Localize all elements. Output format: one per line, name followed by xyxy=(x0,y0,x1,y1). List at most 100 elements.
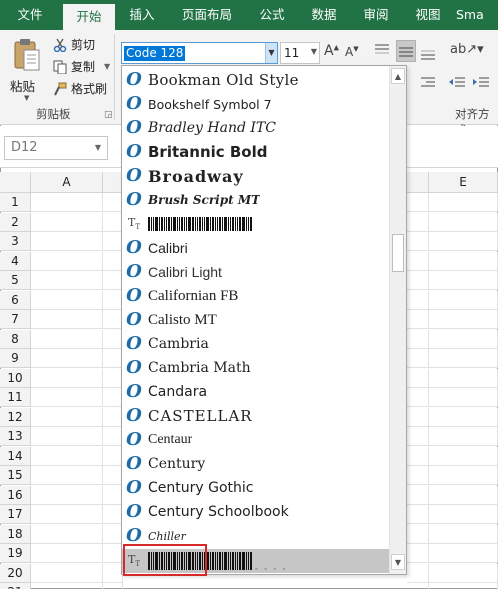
row-header[interactable]: 14 xyxy=(0,446,31,466)
tab-data[interactable]: 数据 xyxy=(302,0,346,30)
text-orientation-icon[interactable]: ab↗▾ xyxy=(450,42,484,57)
row-header[interactable]: 21 xyxy=(0,583,31,589)
tab-page-layout[interactable]: 页面布局 xyxy=(172,0,242,30)
grid-cell[interactable] xyxy=(103,583,123,589)
row-header[interactable]: 3 xyxy=(0,232,31,251)
font-list-item[interactable]: O Britannic Bold xyxy=(122,140,390,164)
grid-cell[interactable] xyxy=(103,505,123,524)
row-header[interactable]: 2 xyxy=(0,212,31,232)
grid-cell[interactable] xyxy=(429,232,498,251)
chevron-down-icon[interactable]: ▼ xyxy=(95,143,101,152)
align-top-icon[interactable] xyxy=(374,43,390,57)
scroll-up-icon[interactable]: ▲ xyxy=(391,68,405,84)
font-list-item[interactable]: O Centaur xyxy=(122,428,390,452)
grid-cell[interactable] xyxy=(429,290,498,310)
resize-grip-icon[interactable]: • • • • xyxy=(254,565,288,574)
chevron-down-icon[interactable]: ▼ xyxy=(311,47,317,56)
grid-cell[interactable] xyxy=(407,349,429,368)
grid-cell[interactable] xyxy=(429,271,498,290)
grid-cell[interactable] xyxy=(31,271,103,290)
name-box-value[interactable]: D12 xyxy=(11,140,38,155)
scrollbar-thumb[interactable] xyxy=(392,234,404,272)
align-right-icon[interactable] xyxy=(420,76,436,90)
tab-view[interactable]: 视图 xyxy=(406,0,450,30)
column-header[interactable] xyxy=(407,172,429,193)
row-header[interactable]: 17 xyxy=(0,505,31,524)
grid-cell[interactable] xyxy=(103,388,123,407)
grid-cell[interactable] xyxy=(407,271,429,290)
grid-cell[interactable] xyxy=(31,310,103,329)
font-list-item[interactable]: O Brush Script MT xyxy=(122,188,390,212)
font-size-input[interactable]: 11 xyxy=(284,46,299,60)
grid-cell[interactable] xyxy=(103,563,123,583)
tab-smart[interactable]: Sma xyxy=(456,0,496,30)
grid-cell[interactable] xyxy=(429,329,498,349)
row-header[interactable]: 7 xyxy=(0,310,31,329)
font-list-item[interactable]: O Calisto MT xyxy=(122,308,390,332)
tab-home[interactable]: 开始 xyxy=(63,4,115,30)
grid-cell[interactable] xyxy=(103,524,123,544)
grid-cell[interactable] xyxy=(429,524,498,544)
font-list-item[interactable]: O Cambria Math xyxy=(122,356,390,380)
grid-cell[interactable] xyxy=(31,251,103,271)
cut-button[interactable]: 剪切 xyxy=(52,35,95,55)
grid-cell[interactable] xyxy=(407,251,429,271)
font-list-item[interactable]: O Bookman Old Style xyxy=(122,68,390,92)
grid-cell[interactable] xyxy=(429,505,498,524)
grid-cell[interactable] xyxy=(31,193,103,212)
grid-cell[interactable] xyxy=(407,563,429,583)
font-name-combobox[interactable]: Code 128 ▼ xyxy=(121,42,278,64)
grid-cell[interactable] xyxy=(429,212,498,232)
font-list-item[interactable]: O Bradley Hand ITC xyxy=(122,116,390,140)
align-bottom-icon[interactable] xyxy=(420,47,436,61)
grid-cell[interactable] xyxy=(31,563,103,583)
font-list-item[interactable]: O Calibri xyxy=(122,236,390,260)
grid-cell[interactable] xyxy=(103,290,123,310)
increase-indent-icon[interactable] xyxy=(472,76,490,90)
grid-cell[interactable] xyxy=(31,290,103,310)
grid-cell[interactable] xyxy=(103,193,123,212)
grid-cell[interactable] xyxy=(31,407,103,427)
grid-cell[interactable] xyxy=(407,544,429,563)
grid-cell[interactable] xyxy=(103,349,123,368)
grid-cell[interactable] xyxy=(31,524,103,544)
grid-cell[interactable] xyxy=(31,544,103,563)
grid-cell[interactable] xyxy=(31,212,103,232)
grid-cell[interactable] xyxy=(429,193,498,212)
grid-cell[interactable] xyxy=(31,232,103,251)
grid-cell[interactable] xyxy=(31,583,103,589)
grid-cell[interactable] xyxy=(103,251,123,271)
grid-cell[interactable] xyxy=(103,329,123,349)
grid-cell[interactable] xyxy=(31,329,103,349)
grid-cell[interactable] xyxy=(103,232,123,251)
grid-cell[interactable] xyxy=(103,466,123,485)
row-header[interactable]: 4 xyxy=(0,251,31,271)
grid-cell[interactable] xyxy=(407,446,429,466)
grid-cell[interactable] xyxy=(31,505,103,524)
grid-cell[interactable] xyxy=(429,563,498,583)
font-list-item[interactable]: O Cambria xyxy=(122,332,390,356)
grid-cell[interactable] xyxy=(407,583,429,589)
grid-cell[interactable] xyxy=(103,485,123,505)
grid-cell[interactable] xyxy=(103,310,123,329)
grid-cell[interactable] xyxy=(429,485,498,505)
name-box[interactable]: D12 ▼ xyxy=(4,136,108,160)
grid-cell[interactable] xyxy=(429,251,498,271)
column-header-e[interactable]: E xyxy=(429,172,498,193)
row-header[interactable]: 15 xyxy=(0,466,31,485)
grid-cell[interactable] xyxy=(429,583,498,589)
font-list-item[interactable]: O CASTELLAR xyxy=(122,404,390,428)
paste-button[interactable]: 粘贴 ▼ xyxy=(8,36,44,102)
font-list-item[interactable]: O Century Gothic xyxy=(122,476,390,500)
grid-cell[interactable] xyxy=(407,427,429,446)
grid-cell[interactable] xyxy=(407,505,429,524)
grid-cell[interactable] xyxy=(429,427,498,446)
grid-cell[interactable] xyxy=(407,329,429,349)
row-header[interactable]: 8 xyxy=(0,329,31,349)
grid-cell[interactable] xyxy=(31,388,103,407)
grid-cell[interactable] xyxy=(429,388,498,407)
grid-cell[interactable] xyxy=(103,368,123,388)
font-list-item[interactable]: O Century Schoolbook xyxy=(122,500,390,524)
row-header[interactable]: 12 xyxy=(0,407,31,427)
grid-cell[interactable] xyxy=(407,193,429,212)
